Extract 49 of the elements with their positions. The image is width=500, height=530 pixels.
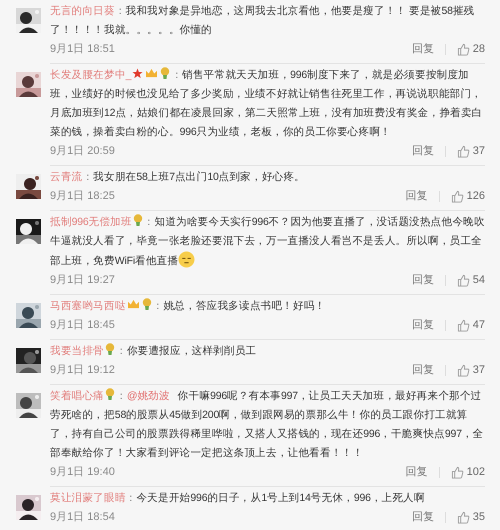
username-link[interactable]: 云青流	[50, 171, 82, 183]
timestamp: 9月1日 19:12	[50, 363, 116, 378]
comment-text: 抵制996无偿加班 ：知道为啥要今天实行996不？因为他要直播了，没话题没热点他今晚吹牛逼就没人看了，毕竟一张老脸还要混下去，万一直播没人看岂不是丢人。所以啊，员工全部上班，免费WiFi看他直播	[50, 213, 485, 270]
thumbs-up-icon[interactable]	[456, 511, 470, 524]
username-link[interactable]: 无言的向日葵	[50, 5, 115, 17]
reply-button[interactable]: 回复	[412, 143, 434, 160]
reply-button[interactable]: 回复	[412, 509, 434, 526]
comment-text: 长发及腰在梦中_ ：销售平常就天天加班，996制度下来了，就是必须要按制度加班，业绩好的时候也没见给了多少奖励，业绩不好就让销售往死里工作，再说说职能部门，月底加班到12点，姑娘们都在凌晨回家，第二天照常上班，没有加班费没有奖金，挣着卖白菜的钱，操着卖白粉的心。996只为业绩，老板，你的员工你要心疼啊！	[50, 66, 484, 140]
reply-button[interactable]: 回复	[406, 188, 428, 205]
username-link[interactable]: 笑着唱心痛	[50, 390, 104, 402]
like-count: 37	[472, 144, 485, 160]
like-count: 47	[472, 318, 485, 334]
timestamp: 9月1日 18:45	[50, 318, 116, 334]
timestamp: 9月1日 20:59	[50, 144, 116, 160]
username-link[interactable]: 长发及腰在梦中_	[50, 69, 132, 81]
like-count: 35	[472, 510, 485, 526]
like-count: 37	[472, 363, 485, 378]
thumbs-up-icon[interactable]	[456, 319, 470, 332]
comment-text: 我要当排骨 ：你要遭报应，这样剥削员工	[50, 342, 258, 359]
comment-text: 无言的向日葵：我和我对象是异地恋，这周我去北京看他，他要是瘦了！！ 要是被58摧残了！！！！我就。。。。。你懂的	[50, 4, 476, 38]
comment-text: 笑着唱心痛 ：@姚劲波 你干嘛996呢？有本事997，让员工天天加班，最好再来个那个过劳死啥的，把58的股票从45做到200啊，做到跟网易的票那么牛！你的员工跟你打工就算了，持有自己公司的股票跌得稀里哗啦，又搭人又搭钱的，现在还996，干脆爽快点997，全部奉献给你了！大家看到评论一定把这条顶上去，让他看看！！！	[50, 387, 484, 461]
like-count: 54	[472, 273, 485, 288]
like-count: 28	[472, 42, 485, 58]
timestamp: 9月1日 19:27	[50, 273, 116, 288]
username-link[interactable]: 抵制996无偿加班	[50, 216, 132, 228]
thumbs-up-icon[interactable]	[456, 145, 470, 158]
like-count: 126	[466, 189, 485, 204]
timestamp: 9月1日 18:51	[50, 42, 116, 58]
comment-text: 云青流：我女朋在58上班7点出门10点到家，好心疼。	[50, 170, 306, 185]
thumbs-up-icon[interactable]	[456, 43, 470, 56]
thumbs-up-icon[interactable]	[456, 274, 470, 287]
thumbs-up-icon[interactable]	[456, 364, 470, 377]
comment-text: 莫让泪蒙了眼睛：今天是开始996的日子，从1号上到14号无休，996，上死人啊	[50, 491, 426, 506]
timestamp: 9月1日 18:25	[50, 189, 116, 204]
timestamp: 9月1日 19:40	[50, 465, 116, 480]
username-link[interactable]: 马西塞哟马西哒	[50, 300, 126, 312]
thumbs-up-icon[interactable]	[450, 466, 464, 479]
thumbs-up-icon[interactable]	[450, 190, 464, 203]
username-link[interactable]: 莫让泪蒙了眼睛	[50, 492, 126, 504]
mention-link[interactable]: @姚劲波	[126, 390, 170, 402]
like-count: 102	[466, 465, 485, 480]
reply-button[interactable]: 回复	[406, 464, 428, 481]
comment-text: 马西塞哟马西哒 ：姚总，答应我多读点书吧！好吗！	[50, 297, 326, 314]
timestamp: 9月1日 18:54	[50, 510, 116, 526]
username-link[interactable]: 我要当排骨	[50, 345, 104, 357]
reply-button[interactable]: 回复	[412, 272, 434, 289]
reply-button[interactable]: 回复	[412, 317, 434, 334]
reply-button[interactable]: 回复	[412, 41, 434, 58]
reply-button[interactable]: 回复	[412, 362, 434, 379]
